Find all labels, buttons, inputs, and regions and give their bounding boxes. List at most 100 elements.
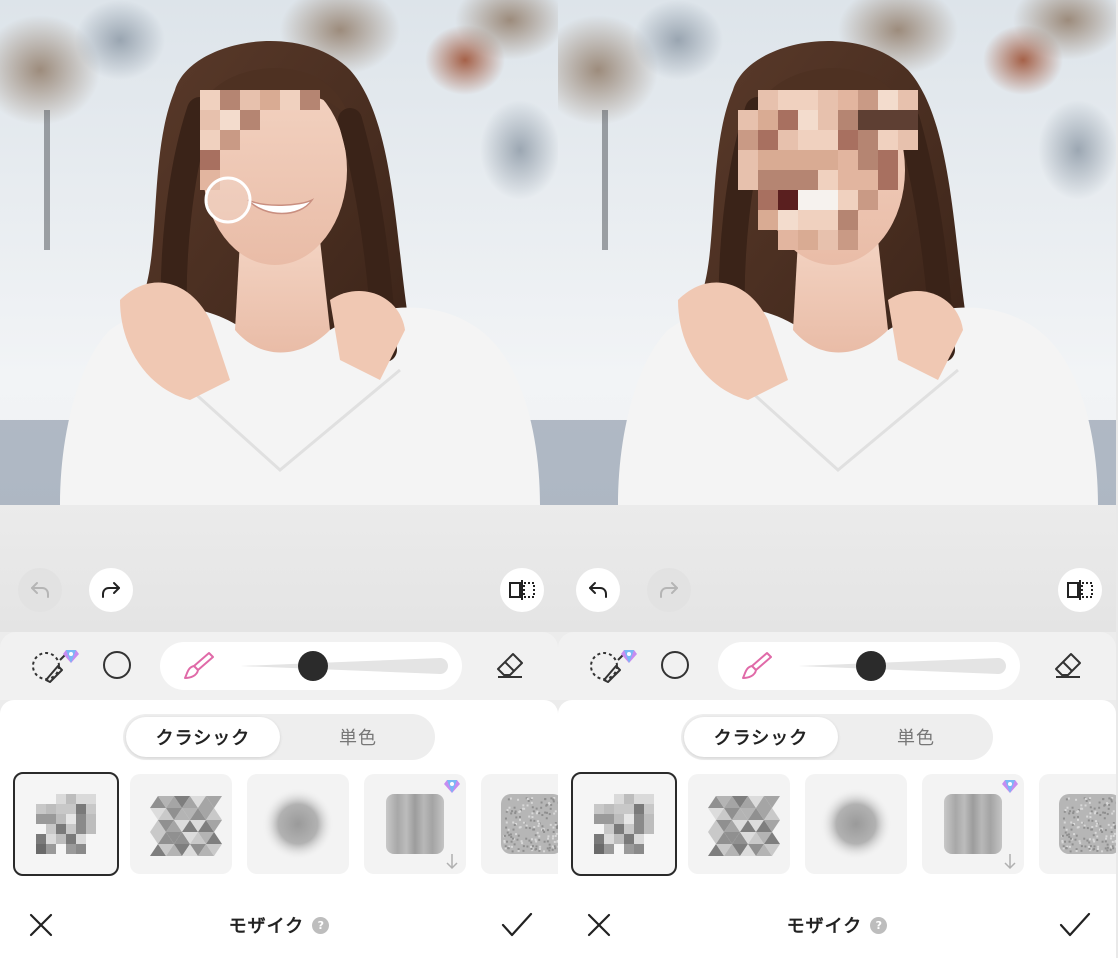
pattern-stripe-blur[interactable] [922,774,1024,874]
noise-dot [547,837,550,840]
noise-dot [1068,840,1071,843]
pixel-cell [76,834,86,844]
noise-dot [536,820,539,823]
mosaic-type-segmented-control: クラシック 単色 [123,714,435,760]
noise-dot [520,840,523,843]
tab-solid-color[interactable]: 単色 [841,717,991,757]
lasso-brush-tool[interactable] [28,646,80,686]
noise-dot [1080,821,1083,824]
eraser-tool[interactable] [1051,648,1085,682]
redo-button[interactable] [89,568,133,612]
noise-dot [549,823,552,826]
noise-dot [1084,797,1087,800]
noise-dot [1072,810,1075,813]
noise-dot [1114,840,1116,843]
pixel-cell [76,804,86,814]
pattern-noise[interactable] [1039,774,1116,874]
noise-dot [511,850,514,853]
noise-dot [1106,849,1109,852]
pixel-cell [56,794,66,804]
pattern-blur[interactable] [805,774,907,874]
toolbar-area [0,505,558,632]
undo-button[interactable] [18,568,62,612]
compare-button[interactable] [500,568,544,612]
noise-dot [1061,834,1064,837]
tab-classic[interactable]: クラシック [126,717,280,757]
brush-size-slider[interactable] [798,658,1006,674]
redo-button[interactable] [647,568,691,612]
noise-dot [522,807,525,810]
pixel-cell [624,834,634,844]
noise-dot [1103,817,1106,820]
confirm-button[interactable] [498,908,536,942]
pattern-blur[interactable] [247,774,349,874]
noise-dot [526,797,529,800]
editor-screen-before: クラシック 単色 モザイク ? [0,0,558,958]
pixel-cell [644,804,654,814]
eraser-icon [497,653,523,678]
noise-dot [509,833,512,836]
photo-canvas[interactable] [558,0,1116,505]
brush-tool[interactable] [182,650,216,682]
pattern-pixel[interactable] [13,772,119,876]
noise-dot [512,828,515,831]
noise-dot [530,845,533,848]
circle-shape-tool[interactable] [100,648,134,682]
compare-button[interactable] [1058,568,1102,612]
circle-shape-tool[interactable] [658,648,692,682]
slider-track-shape [240,658,448,674]
pixel-cell [594,834,604,844]
pixel-cell [644,824,654,834]
noise-dot [1096,849,1099,852]
noise-dot [1096,838,1099,841]
triangle-mosaic-thumbnail [150,796,222,856]
noise-dot [1065,828,1068,831]
lasso-brush-tool[interactable] [586,646,638,686]
brush-size-slider[interactable] [240,658,448,674]
premium-gem-icon [621,650,637,663]
tab-solid-color[interactable]: 単色 [283,717,433,757]
noise-dot [522,804,525,807]
noise-dot [535,845,538,848]
help-button[interactable]: ? [312,916,330,934]
eraser-tool[interactable] [493,648,527,682]
noise-dot [1106,843,1109,846]
stripe-blur-thumbnail [944,780,1018,870]
confirm-button[interactable] [1056,908,1094,942]
toolbar-area [558,505,1116,632]
pattern-triangle[interactable] [688,774,790,874]
noise-dot [1071,806,1074,809]
noise-dot [504,845,507,848]
noise-dot [538,812,541,815]
noise-dot [1076,826,1079,829]
brush-size-thumb[interactable] [855,651,886,681]
noise-dot [1083,837,1086,840]
brush-tool[interactable] [740,650,774,682]
photo-canvas[interactable] [0,0,558,505]
tab-classic[interactable]: クラシック [684,717,838,757]
noise-thumbnail [501,794,558,854]
noise-dot [1089,816,1092,819]
check-icon [1059,912,1091,937]
pattern-stripe-blur[interactable] [364,774,466,874]
noise-dot [1075,850,1078,853]
noise-dot [546,829,549,832]
noise-dot [1104,840,1107,843]
noise-dot [530,841,533,844]
undo-icon [589,582,607,598]
noise-dot [1110,830,1113,833]
noise-dot [543,850,546,853]
pattern-noise[interactable] [481,774,558,874]
noise-dot [513,824,516,827]
pattern-triangle[interactable] [130,774,232,874]
undo-button[interactable] [576,568,620,612]
help-button[interactable]: ? [870,916,888,934]
noise-dot [1069,837,1072,840]
noise-dot [554,810,557,813]
noise-dot [533,828,536,831]
noise-dot [552,830,555,833]
brush-size-thumb[interactable] [297,651,328,681]
brush-icon [742,652,772,679]
pattern-pixel[interactable] [571,772,677,876]
noise-dot [548,802,551,805]
